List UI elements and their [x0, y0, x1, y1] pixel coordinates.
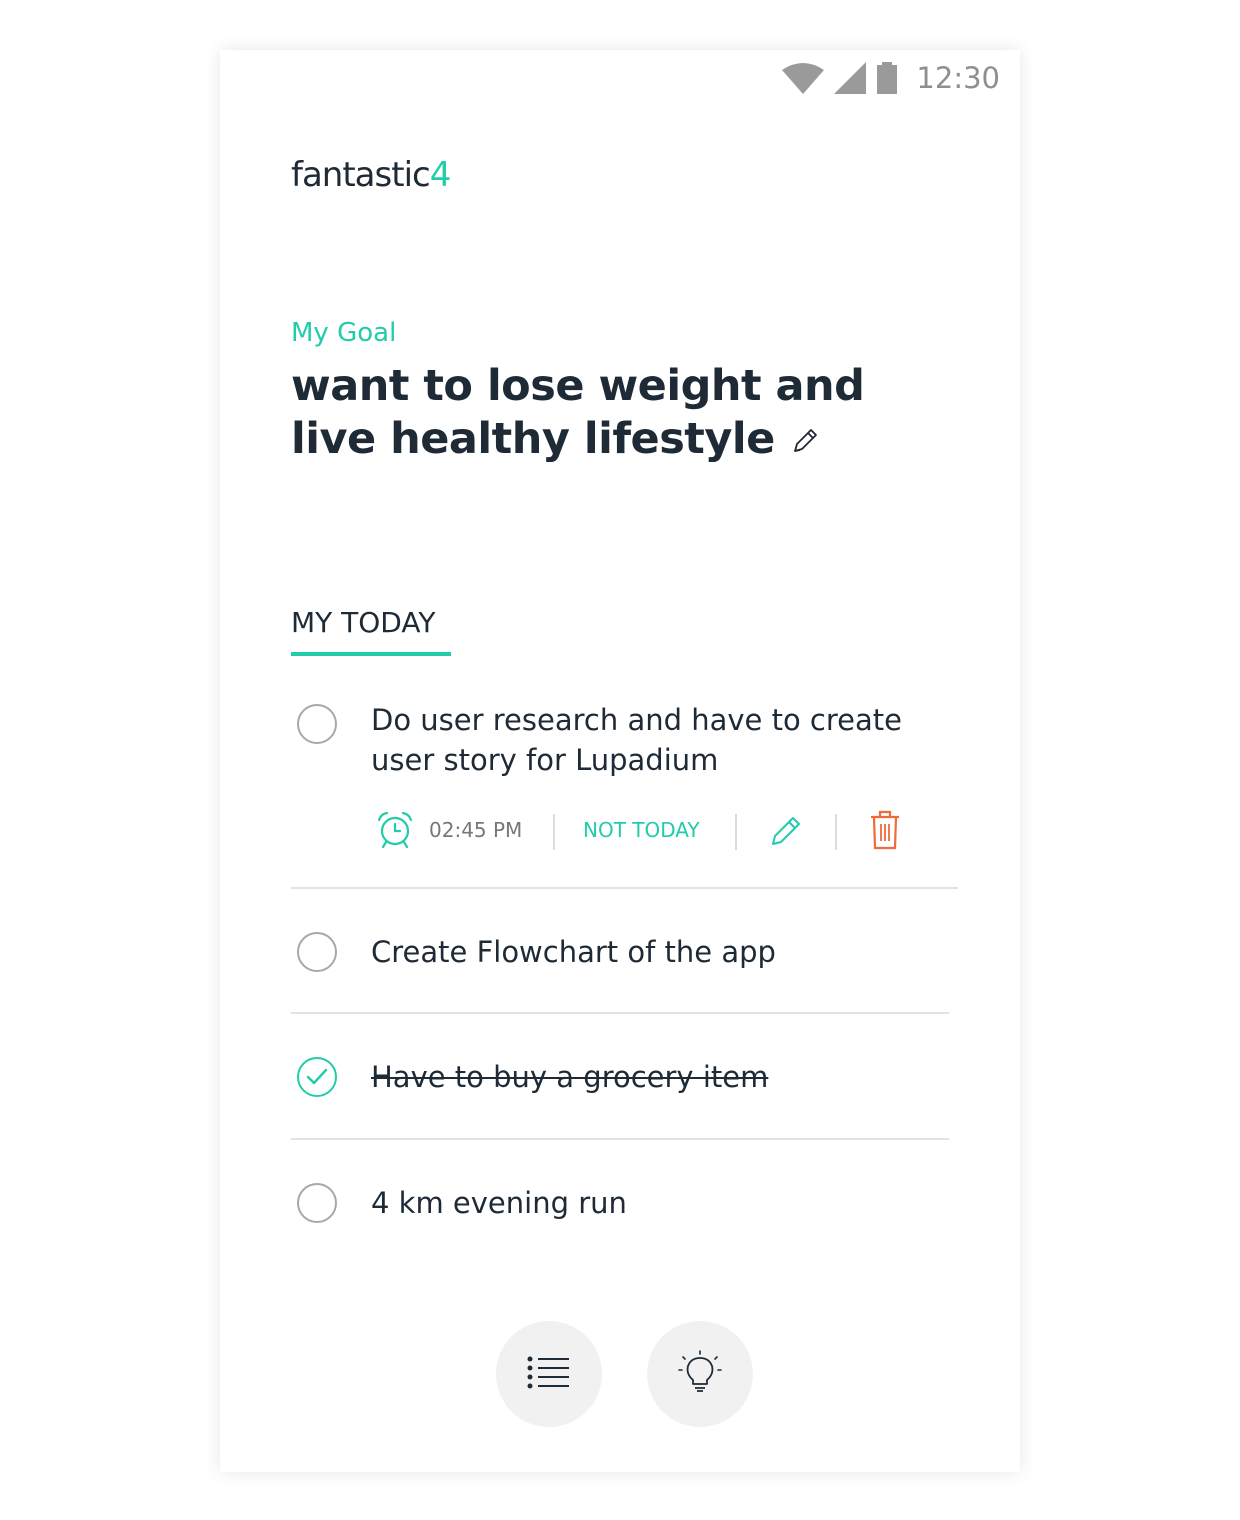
logo-text: fantastic	[291, 155, 431, 195]
task-title: Have to buy a grocery item	[371, 1060, 769, 1094]
phone-screen: 12:30 fantastic4 My Goal want to lose we…	[220, 50, 1020, 1472]
task-divider	[291, 887, 958, 889]
delete-icon[interactable]	[869, 810, 901, 854]
tab-my-today[interactable]: MY TODAY	[291, 605, 435, 641]
status-bar: 12:30	[782, 60, 1000, 96]
task-title: Do user research and have to create user…	[371, 703, 902, 777]
task-title: 4 km evening run	[371, 1186, 627, 1220]
divider	[553, 814, 555, 850]
list-icon	[527, 1355, 571, 1393]
status-time: 12:30	[916, 61, 1000, 95]
goal-edit-pencil-icon[interactable]	[791, 415, 821, 468]
signal-icon	[834, 62, 867, 94]
goal-text: want to lose weight and live healthy lif…	[291, 361, 865, 464]
task-checkbox-checked[interactable]	[297, 1057, 337, 1097]
edit-icon[interactable]	[769, 812, 805, 852]
battery-icon	[876, 62, 898, 94]
divider	[735, 814, 737, 850]
task-checkbox[interactable]	[297, 1183, 337, 1223]
task-title: Create Flowchart of the app	[371, 935, 776, 969]
task-divider	[291, 1012, 949, 1014]
wifi-icon	[782, 62, 825, 94]
task-checkbox[interactable]	[297, 932, 337, 972]
task-divider	[291, 1138, 949, 1140]
task-checkbox[interactable]	[297, 704, 337, 744]
alarm-icon[interactable]	[375, 810, 415, 854]
goal-heading: want to lose weight and live healthy lif…	[291, 360, 941, 468]
not-today-button[interactable]: NOT TODAY	[583, 818, 700, 842]
checkmark-icon	[306, 1068, 328, 1085]
lightbulb-icon	[678, 1350, 722, 1398]
tab-active-indicator	[291, 652, 451, 656]
goal-label: My Goal	[291, 318, 397, 348]
ideas-button[interactable]	[647, 1321, 753, 1427]
divider	[835, 814, 837, 850]
task-reminder-time: 02:45 PM	[429, 818, 523, 842]
logo-accent: 4	[429, 155, 452, 195]
app-logo: fantastic4	[291, 152, 452, 198]
list-button[interactable]	[496, 1321, 602, 1427]
task-actions: 02:45 PM NOT TODAY	[371, 810, 931, 854]
